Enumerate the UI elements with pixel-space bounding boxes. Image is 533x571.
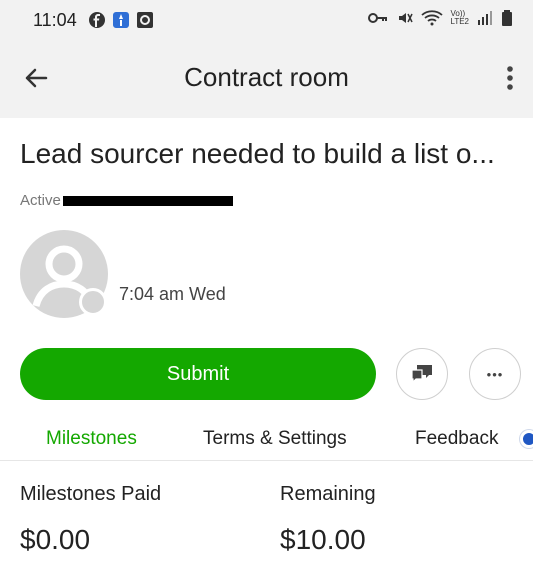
remaining-label: Remaining bbox=[280, 483, 376, 505]
status-time: 11:04 bbox=[33, 10, 77, 30]
battery-icon bbox=[502, 10, 512, 26]
status-left-icons bbox=[88, 11, 154, 29]
more-actions-button[interactable]: ••• bbox=[469, 348, 521, 400]
lte-label: LTE2 bbox=[450, 17, 469, 26]
tab-terms-settings[interactable]: Terms & Settings bbox=[203, 428, 347, 450]
page-title: Contract room bbox=[184, 62, 349, 92]
tab-bar: Milestones Terms & Settings Feedback bbox=[0, 418, 533, 461]
tab-milestones[interactable]: Milestones bbox=[46, 428, 137, 450]
milestones-paid-label: Milestones Paid bbox=[20, 483, 162, 505]
key-icon bbox=[368, 13, 388, 23]
status-right-icons: Vo)) LTE2 bbox=[367, 9, 513, 27]
facebook-icon bbox=[89, 12, 105, 28]
chat-bubbles-icon bbox=[411, 365, 432, 384]
tab-scroll-indicator bbox=[520, 430, 533, 448]
contract-room-screen: 11:04 Vo)) LTE2 Contract room Lead sourc… bbox=[0, 0, 533, 571]
more-dots-icon: ••• bbox=[486, 366, 504, 382]
presence-badge bbox=[79, 288, 107, 316]
local-time: 7:04 am Wed bbox=[119, 284, 226, 304]
signal-icon bbox=[478, 11, 492, 25]
mute-icon bbox=[399, 13, 414, 23]
volte-icon: Vo)) LTE2 bbox=[450, 10, 469, 26]
square-app-icon bbox=[137, 12, 153, 28]
redaction-bar bbox=[62, 196, 233, 206]
submit-button[interactable]: Submit bbox=[20, 348, 376, 400]
message-button[interactable] bbox=[396, 348, 448, 400]
active-status-text: Active bbox=[20, 191, 61, 209]
contract-content: Lead sourcer needed to build a list o...… bbox=[0, 118, 533, 571]
active-status-line: Active bbox=[20, 191, 233, 209]
overflow-menu-icon[interactable] bbox=[501, 62, 519, 94]
remaining-value: $10.00 bbox=[280, 524, 366, 555]
app-notification-icon bbox=[113, 12, 129, 28]
wifi-icon bbox=[421, 10, 444, 26]
job-title: Lead sourcer needed to build a list o... bbox=[20, 138, 495, 169]
status-bar: 11:04 Vo)) LTE2 bbox=[0, 0, 533, 40]
milestones-paid-value: $0.00 bbox=[20, 524, 91, 555]
tab-feedback[interactable]: Feedback bbox=[415, 428, 498, 450]
app-bar: Contract room bbox=[0, 40, 533, 118]
